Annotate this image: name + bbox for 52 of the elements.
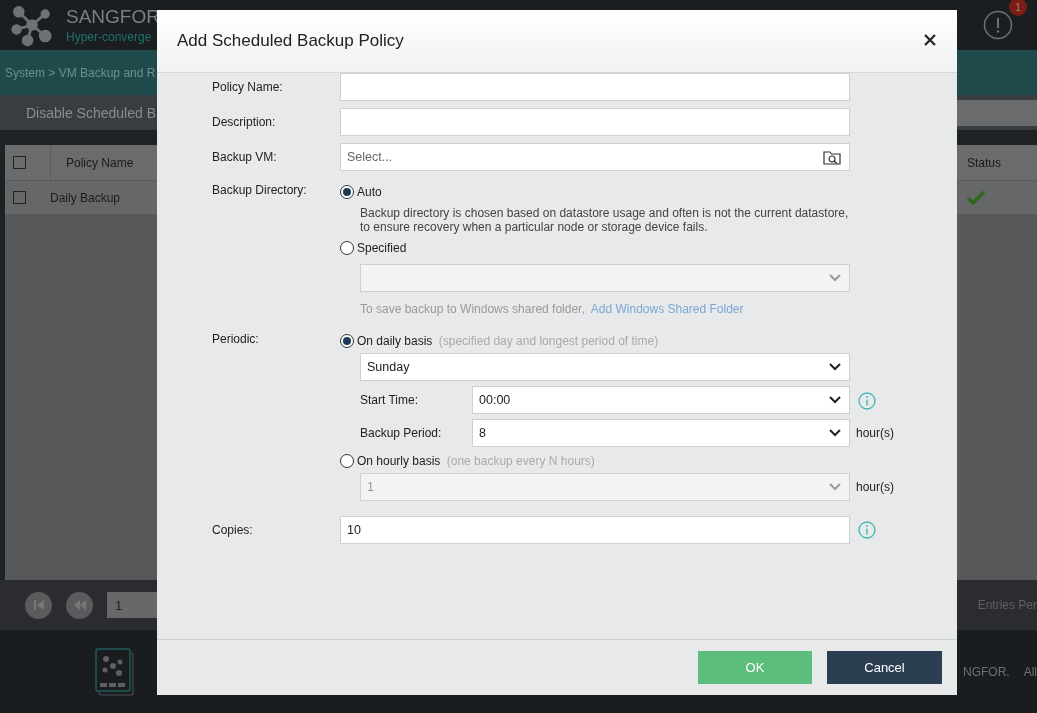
close-icon	[924, 34, 936, 46]
input-field[interactable]	[340, 108, 850, 136]
breadcrumb: System > VM Backup and R	[5, 65, 156, 80]
copyright-text: All	[1023, 664, 1037, 679]
rewind-icon	[72, 599, 87, 611]
help-text: Backup directory is chosen based on datastore usage and often is not the current datastore, to ensure recovery when a particular node or storage device fails.	[360, 206, 850, 234]
select-field[interactable]	[360, 264, 850, 292]
select-field[interactable]: Sunday	[360, 353, 850, 381]
radio-option[interactable]: Specified	[340, 240, 407, 256]
select-field[interactable]: Select...	[340, 143, 850, 171]
info-icon[interactable]	[858, 391, 876, 410]
checkbox[interactable]	[13, 191, 26, 204]
table-cell: Daily Backup	[50, 190, 121, 205]
unit-label: hour(s)	[855, 426, 895, 440]
field-label: Copies:	[212, 522, 254, 539]
brand-subtitle: Hyper-converge	[66, 30, 153, 44]
chevron-icon	[829, 483, 841, 491]
previous-page-button[interactable]	[66, 591, 93, 619]
field-label: Description:	[212, 114, 277, 131]
chevron-icon	[829, 274, 841, 282]
dialog-title: Add Scheduled Backup Policy	[177, 31, 404, 51]
checkbox[interactable]	[13, 156, 26, 169]
folder-search-icon	[823, 149, 841, 165]
select-field[interactable]: 00:00	[472, 386, 850, 414]
first-page-icon	[32, 599, 45, 611]
field-label: Periodic:	[212, 331, 260, 347]
alert-icon[interactable]	[983, 10, 1013, 40]
field-label: Backup Directory:	[212, 182, 308, 198]
unit-label: hour(s)	[855, 480, 894, 494]
field-label: Start Time:	[360, 393, 419, 407]
field-label: Backup Period:	[360, 426, 443, 440]
alert-badge: 1	[1009, 0, 1027, 16]
help-text: To save backup to Windows shared folder,	[360, 302, 585, 316]
app-icon	[95, 647, 135, 696]
chevron-icon	[829, 396, 841, 404]
field-label: Policy Name:	[212, 79, 284, 96]
copyright-text: NGFOR.	[963, 664, 1010, 679]
logo-icon	[10, 3, 54, 47]
input-field[interactable]	[340, 73, 850, 101]
chevron-icon	[829, 363, 841, 371]
close-button[interactable]	[923, 34, 937, 48]
info-icon[interactable]	[858, 521, 876, 539]
radio-option[interactable]: Auto	[340, 184, 382, 200]
field-label: Backup VM:	[212, 149, 278, 166]
brand-name: SANGFOR	[66, 6, 160, 28]
radio-option[interactable]: On daily basis (specified day and longest period of time)	[340, 333, 659, 349]
input-field[interactable]: 10	[340, 516, 850, 544]
cancel-button[interactable]: Cancel	[827, 651, 942, 684]
radio-option[interactable]: On hourly basis (one backup every N hours)	[340, 453, 595, 469]
select-field[interactable]: 8	[472, 419, 850, 447]
chevron-icon	[829, 429, 841, 437]
first-page-button[interactable]	[25, 591, 52, 619]
